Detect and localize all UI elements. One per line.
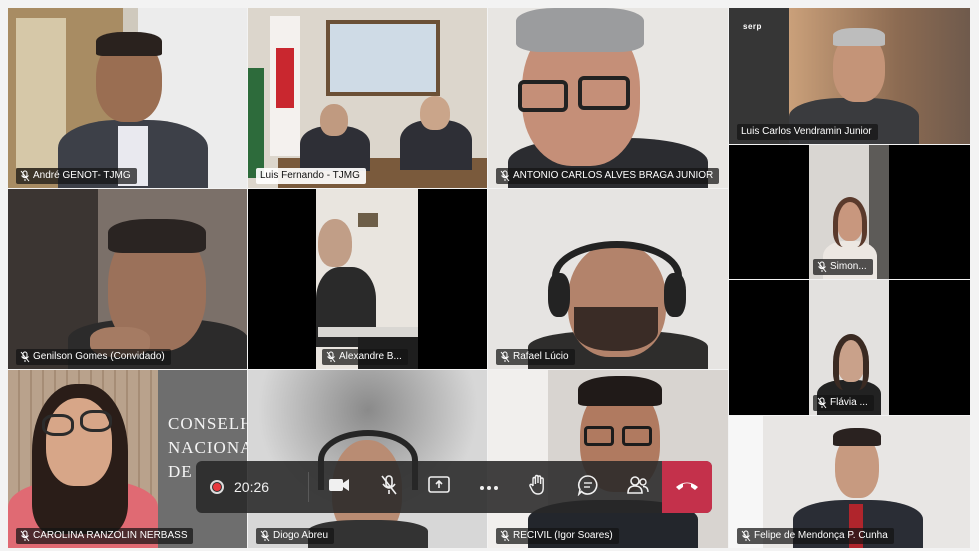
participant-tile[interactable]: ANTONIO CARLOS ALVES BRAGA JUNIOR bbox=[488, 8, 728, 188]
participant-tile[interactable]: André GENOT- TJMG bbox=[8, 8, 247, 188]
video-feed bbox=[488, 189, 728, 369]
more-dots-icon bbox=[479, 478, 499, 496]
mic-off-icon bbox=[20, 170, 30, 182]
participant-tile[interactable]: Alexandre B... bbox=[248, 189, 487, 369]
video-camera-icon bbox=[328, 477, 350, 498]
share-screen-button[interactable] bbox=[414, 461, 464, 513]
leave-call-button[interactable] bbox=[662, 461, 713, 513]
participant-name-tag: ANTONIO CARLOS ALVES BRAGA JUNIOR bbox=[496, 168, 720, 184]
mic-off-icon bbox=[500, 170, 510, 182]
participant-name-tag: André GENOT- TJMG bbox=[16, 168, 137, 184]
participant-name: Flávia ... bbox=[830, 397, 868, 408]
participant-name-tag: Felipe de Mendonça P. Cunha bbox=[737, 528, 894, 544]
recording-icon bbox=[210, 480, 224, 494]
video-feed bbox=[248, 8, 487, 188]
mic-off-icon bbox=[817, 397, 827, 409]
cnj-wall-text: NACIONAL bbox=[168, 438, 247, 457]
participant-name: Simon... bbox=[830, 261, 867, 272]
participant-name-tag: Rafael Lúcio bbox=[496, 349, 575, 365]
participant-name-tag: Flávia ... bbox=[813, 395, 874, 411]
chat-bubble-icon bbox=[577, 474, 599, 501]
participant-tile[interactable]: Felipe de Mendonça P. Cunha bbox=[729, 416, 970, 548]
mic-muted-icon bbox=[379, 474, 399, 501]
participant-name-tag: CAROLINA RANZOLIN NERBASS bbox=[16, 528, 194, 544]
participant-tile[interactable]: Simon... bbox=[729, 145, 970, 279]
video-feed bbox=[488, 8, 728, 188]
mic-off-icon bbox=[20, 530, 30, 542]
chat-button[interactable] bbox=[563, 461, 613, 513]
hang-up-phone-icon bbox=[674, 478, 700, 496]
mic-off-icon bbox=[20, 351, 30, 363]
participant-tile[interactable]: serp Luis Carlos Vendramin Junior bbox=[729, 8, 970, 144]
participant-name: André GENOT- TJMG bbox=[33, 170, 131, 181]
cnj-wall-text: DE bbox=[168, 462, 193, 481]
participant-name-tag: Diogo Abreu bbox=[256, 528, 335, 544]
microphone-button[interactable] bbox=[364, 461, 414, 513]
participant-tile[interactable]: Genilson Gomes (Convidado) bbox=[8, 189, 247, 369]
mic-off-icon bbox=[500, 530, 510, 542]
participant-name: ANTONIO CARLOS ALVES BRAGA JUNIOR bbox=[513, 170, 714, 181]
participant-name: Diogo Abreu bbox=[273, 530, 329, 541]
mic-off-icon bbox=[260, 530, 270, 542]
participant-tile[interactable]: Rafael Lúcio bbox=[488, 189, 728, 369]
participant-name-tag: Simon... bbox=[813, 259, 873, 275]
participant-tile[interactable]: Diogo Abreu bbox=[248, 370, 487, 548]
more-options-button[interactable] bbox=[464, 461, 514, 513]
participant-name: Genilson Gomes (Convidado) bbox=[33, 351, 165, 362]
mic-off-icon bbox=[500, 351, 510, 363]
serp-logo: serp bbox=[743, 22, 762, 31]
camera-button[interactable] bbox=[315, 461, 365, 513]
mic-off-icon bbox=[326, 351, 336, 363]
cnj-wall-text: CONSELHO bbox=[168, 414, 247, 433]
video-feed bbox=[248, 370, 487, 548]
participant-tile[interactable]: Flávia ... bbox=[729, 280, 970, 415]
call-toolbar: 20:26 bbox=[196, 461, 713, 513]
video-feed bbox=[8, 370, 247, 548]
share-screen-icon bbox=[428, 475, 450, 499]
participant-name: CAROLINA RANZOLIN NERBASS bbox=[33, 530, 188, 541]
participant-name: Luis Fernando - TJMG bbox=[260, 170, 360, 181]
video-grid: André GENOT- TJMG Luis Fernando - TJMG A… bbox=[0, 0, 979, 551]
call-duration: 20:26 bbox=[234, 479, 270, 495]
participant-name-tag: RECIVIL (Igor Soares) bbox=[496, 528, 619, 544]
participant-name: Luis Carlos Vendramin Junior bbox=[741, 126, 872, 137]
participant-tile[interactable]: CONSELHO NACIONAL DE CAROLINA RANZOLIN N… bbox=[8, 370, 247, 548]
participant-name-tag: Luis Fernando - TJMG bbox=[256, 168, 366, 184]
participant-name-tag: Genilson Gomes (Convidado) bbox=[16, 349, 171, 365]
video-feed bbox=[8, 189, 247, 369]
toolbar-divider bbox=[307, 472, 309, 502]
participant-name: Alexandre B... bbox=[339, 351, 402, 362]
mic-off-icon bbox=[817, 261, 827, 273]
participant-name-tag: Alexandre B... bbox=[322, 349, 408, 365]
people-icon bbox=[626, 475, 650, 500]
participant-name: Felipe de Mendonça P. Cunha bbox=[754, 530, 888, 541]
raise-hand-button[interactable] bbox=[513, 461, 563, 513]
participant-tile[interactable]: Luis Fernando - TJMG bbox=[248, 8, 487, 188]
participant-name-tag: Luis Carlos Vendramin Junior bbox=[737, 124, 878, 140]
participant-name: Rafael Lúcio bbox=[513, 351, 569, 362]
mic-off-icon bbox=[741, 530, 751, 542]
raise-hand-icon bbox=[528, 474, 548, 501]
recording-timer: 20:26 bbox=[196, 479, 302, 495]
participant-tile[interactable]: RECIVIL (Igor Soares) bbox=[488, 370, 728, 548]
video-feed bbox=[248, 189, 487, 369]
participant-name: RECIVIL (Igor Soares) bbox=[513, 530, 613, 541]
video-feed bbox=[488, 370, 728, 548]
participants-button[interactable] bbox=[613, 461, 663, 513]
video-feed bbox=[8, 8, 247, 188]
